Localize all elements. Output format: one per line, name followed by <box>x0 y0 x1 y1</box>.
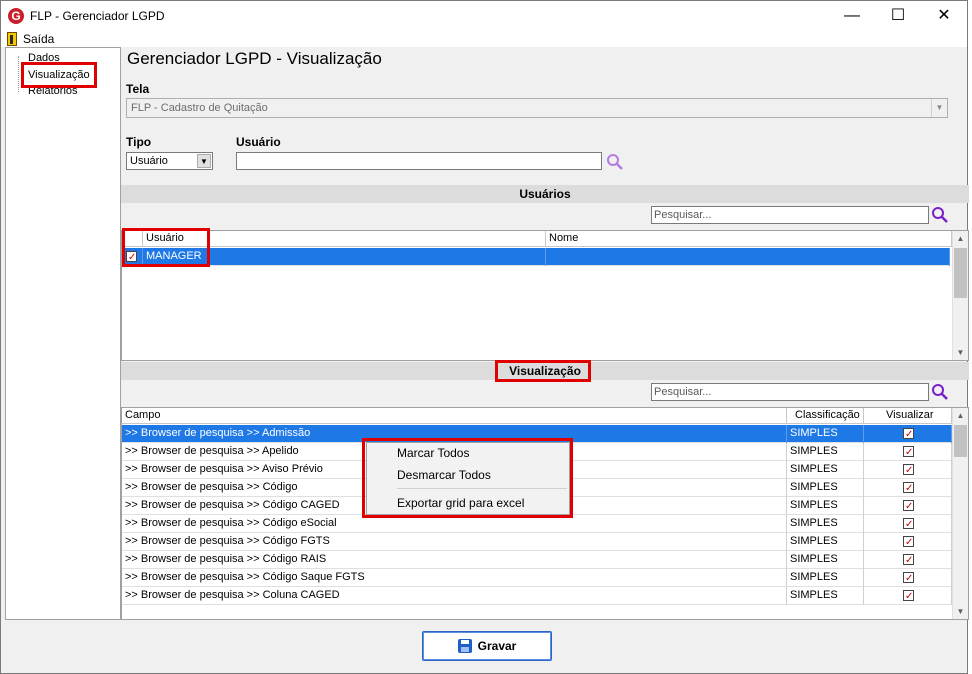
exit-door-icon <box>7 32 17 46</box>
minimize-button[interactable]: — <box>829 1 875 31</box>
visualizar-checkbox[interactable] <box>903 480 914 497</box>
visualizar-cell <box>864 479 952 497</box>
column-header-visualizar[interactable]: Visualizar <box>864 408 952 424</box>
tela-label: Tela <box>126 82 150 96</box>
navigation-tree: Dados Visualização Relatórios <box>5 47 121 620</box>
usuario-input[interactable] <box>236 152 602 170</box>
menu-item-exit[interactable]: Saída <box>23 32 54 46</box>
visualizar-checkbox[interactable] <box>903 426 914 443</box>
visualizar-cell <box>864 497 952 515</box>
usuarios-search-input[interactable]: Pesquisar... <box>651 206 929 224</box>
visualizar-checkbox[interactable] <box>903 552 914 569</box>
tipo-select[interactable]: Usuário ▼ <box>126 152 213 170</box>
scroll-up-icon[interactable]: ▲ <box>953 231 968 246</box>
search-user-icon[interactable] <box>606 153 624 171</box>
classificacao-cell: SIMPLES <box>787 515 864 533</box>
column-header-campo[interactable]: Campo <box>122 408 787 424</box>
table-row[interactable]: >> Browser de pesquisa >> Código FGTS SIM… <box>122 533 952 551</box>
visualizar-checkbox[interactable] <box>903 498 914 515</box>
visualizar-checkbox[interactable] <box>903 534 914 551</box>
chevron-down-icon[interactable]: ▼ <box>931 99 947 117</box>
classificacao-cell: SIMPLES <box>787 443 864 461</box>
main-window: G FLP - Gerenciador LGPD — ☐ ✕ Saída Dad… <box>0 0 969 674</box>
highlight-box-visualizacao-header <box>495 360 591 382</box>
chevron-down-icon[interactable]: ▼ <box>197 154 211 168</box>
visualizar-cell <box>864 461 952 479</box>
highlight-box-visualizacao <box>21 62 97 88</box>
classificacao-cell: SIMPLES <box>787 533 864 551</box>
save-button-label: Gravar <box>477 639 517 653</box>
usuario-label: Usuário <box>236 135 281 149</box>
highlight-box-manager <box>122 228 210 267</box>
search-icon[interactable] <box>931 206 949 224</box>
column-header-nome[interactable]: Nome <box>546 231 952 247</box>
floppy-disk-icon <box>457 639 472 653</box>
visualizar-cell <box>864 551 952 569</box>
close-button[interactable]: ✕ <box>921 1 967 31</box>
table-row[interactable]: >> Browser de pesquisa >> Código Saque F… <box>122 569 952 587</box>
tree-connector <box>18 56 19 92</box>
maximize-button[interactable]: ☐ <box>875 1 921 31</box>
app-logo-icon: G <box>8 8 24 24</box>
usuarios-grid: Usuário Nome MANAGER ▲ ▼ <box>121 230 969 361</box>
table-row[interactable]: >> Browser de pesquisa >> Código RAIS SIM… <box>122 551 952 569</box>
table-row[interactable]: >> Browser de pesquisa >> Coluna CAGED SI… <box>122 587 952 605</box>
classificacao-cell: SIMPLES <box>787 569 864 587</box>
visualizar-cell <box>864 443 952 461</box>
usuarios-section-header: Usuários <box>121 185 969 203</box>
tela-combo[interactable]: FLP - Cadastro de Quitação ▼ <box>126 98 948 118</box>
classificacao-cell: SIMPLES <box>787 425 864 443</box>
scrollbar-thumb[interactable] <box>954 248 967 298</box>
save-button[interactable]: Gravar <box>422 631 552 661</box>
visualizar-checkbox[interactable] <box>903 444 914 461</box>
page-title: Gerenciador LGPD - Visualização <box>127 49 382 68</box>
classificacao-cell: SIMPLES <box>787 497 864 515</box>
tela-value: FLP - Cadastro de Quitação <box>131 102 268 114</box>
tipo-value: Usuário <box>130 155 168 167</box>
classificacao-cell: SIMPLES <box>787 551 864 569</box>
campo-cell: >> Browser de pesquisa >> Código RAIS <box>122 551 787 569</box>
campo-cell: >> Browser de pesquisa >> Código FGTS <box>122 533 787 551</box>
visualizar-checkbox[interactable] <box>903 516 914 533</box>
visualizar-cell <box>864 587 952 605</box>
table-row[interactable]: MANAGER <box>122 248 950 266</box>
scroll-down-icon[interactable]: ▼ <box>953 345 968 360</box>
title-bar: G FLP - Gerenciador LGPD — ☐ ✕ <box>1 1 967 31</box>
visualizar-cell <box>864 515 952 533</box>
usuarios-scrollbar[interactable]: ▲ ▼ <box>952 231 968 360</box>
scroll-down-icon[interactable]: ▼ <box>953 604 968 619</box>
search-icon[interactable] <box>931 383 949 401</box>
visualizar-checkbox[interactable] <box>903 570 914 587</box>
visualizacao-scrollbar[interactable]: ▲ ▼ <box>952 408 968 619</box>
visualizar-checkbox[interactable] <box>903 462 914 479</box>
visualizar-checkbox[interactable] <box>903 588 914 605</box>
visualizar-cell <box>864 425 952 443</box>
classificacao-cell: SIMPLES <box>787 587 864 605</box>
highlight-box-context-menu <box>362 438 573 518</box>
nome-cell <box>546 248 950 266</box>
campo-cell: >> Browser de pesquisa >> Coluna CAGED <box>122 587 787 605</box>
scroll-up-icon[interactable]: ▲ <box>953 408 968 423</box>
visualizar-cell <box>864 569 952 587</box>
scrollbar-thumb[interactable] <box>954 425 967 457</box>
menu-bar: Saída <box>1 31 967 47</box>
visualizar-cell <box>864 533 952 551</box>
classificacao-cell: SIMPLES <box>787 479 864 497</box>
visualizacao-search-input[interactable]: Pesquisar... <box>651 383 929 401</box>
window-title: FLP - Gerenciador LGPD <box>30 9 165 23</box>
column-header-classificacao[interactable]: Classificação <box>787 408 864 424</box>
tipo-label: Tipo <box>126 135 152 149</box>
campo-cell: >> Browser de pesquisa >> Código Saque F… <box>122 569 787 587</box>
classificacao-cell: SIMPLES <box>787 461 864 479</box>
